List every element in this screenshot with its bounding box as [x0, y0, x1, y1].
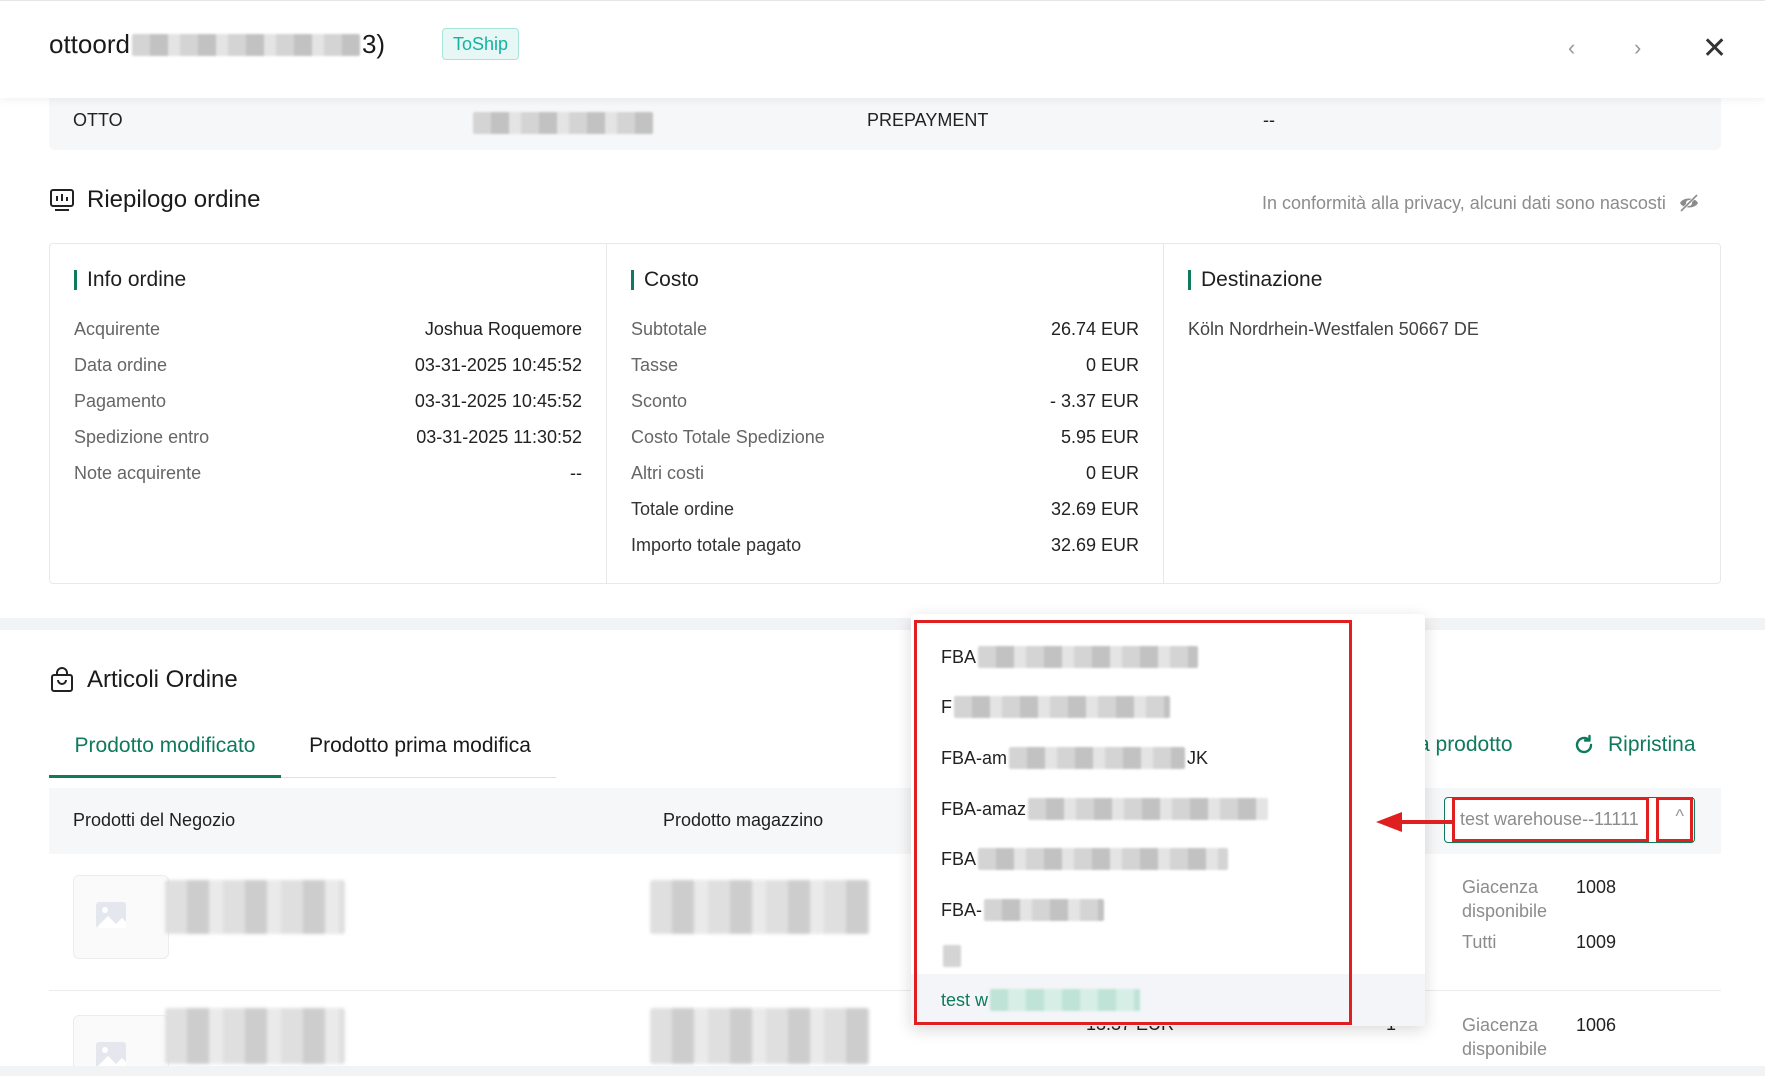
cost-title: Costo [631, 269, 699, 290]
shopping-bag-icon [51, 667, 73, 692]
close-icon[interactable]: ✕ [1702, 31, 1727, 66]
cost-row: Altri costi 0 EUR [631, 463, 1139, 489]
row-label: Acquirente [74, 319, 161, 339]
annotation-box-dropdown [914, 620, 1352, 1025]
row-value: 5.95 EUR [1060, 427, 1139, 447]
monitor-icon [50, 189, 74, 211]
destination-address: Köln Nordrhein-Westfalen 50667 DE [1188, 319, 1479, 339]
status-badge: ToShip [442, 28, 520, 60]
reset-button[interactable]: Ripristina [1572, 733, 1696, 757]
total-stock-label: Tutti [1462, 932, 1497, 952]
row-value: - 3.37 EUR [1049, 391, 1139, 411]
row-value: 0 EUR [1085, 463, 1139, 483]
stock-value: 1008 [1576, 877, 1617, 897]
product-thumbnail [73, 875, 169, 959]
order-title: ottoord 3) [49, 29, 385, 60]
chevron-right-icon[interactable]: › [1634, 35, 1641, 61]
image-placeholder-icon [96, 902, 126, 928]
drawer-header: ottoord 3) ToShip ‹ › ✕ [0, 0, 1765, 98]
destination-panel: Destinazione Köln Nordrhein-Westfalen 50… [1164, 244, 1720, 583]
tab-modified-product[interactable]: Prodotto modificato [49, 726, 281, 778]
row-label: Importo totale pagato [631, 535, 802, 555]
annotation-arrow-icon [1376, 812, 1452, 832]
section-divider [0, 618, 1765, 630]
privacy-note: In conformità alla privacy, alcuni dati … [1262, 192, 1700, 214]
row-value: -- [570, 463, 582, 483]
cost-panel: Costo Subtotale 26.74 EUR Tasse 0 EUR Sc… [607, 244, 1164, 583]
order-info-row: Data ordine 03-31-2025 10:45:52 [74, 355, 582, 381]
order-info-row: Acquirente Joshua Roquemore [74, 319, 582, 345]
summary-title: Riepilogo ordine [87, 186, 261, 213]
placeholder-value: -- [1263, 110, 1275, 130]
redacted-field [473, 112, 653, 134]
cost-row-paid: Importo totale pagato 32.69 EUR [631, 535, 1139, 561]
order-info-title: Info ordine [74, 269, 186, 290]
product-link[interactable]: a prodotto [1418, 733, 1513, 757]
articles-section-title: Articoli Ordine [49, 666, 238, 694]
order-title-suffix: 3) [361, 29, 386, 59]
chevron-left-icon[interactable]: ‹ [1568, 35, 1575, 61]
order-info-strip: OTTO PREPAYMENT -- [49, 98, 1721, 150]
row-value: 03-31-2025 11:30:52 [416, 427, 582, 447]
row-value: 0 EUR [1085, 355, 1139, 375]
redacted-product-name [165, 1008, 345, 1064]
order-info-row: Spedizione entro 03-31-2025 11:30:52 [74, 427, 582, 453]
redacted-warehouse-product [650, 880, 870, 934]
row-value: 32.69 EUR [1050, 535, 1139, 555]
reset-label: Ripristina [1608, 733, 1696, 756]
product-tabs: Prodotto modificato Prodotto prima modif… [49, 726, 556, 778]
cost-row: Sconto - 3.37 EUR [631, 391, 1139, 417]
redacted-order-id [131, 33, 360, 56]
annotation-box-select-value [1452, 797, 1649, 842]
total-stock-value: 1009 [1576, 932, 1617, 952]
row-value: Joshua Roquemore [424, 319, 582, 339]
order-title-prefix: ottoord [49, 29, 130, 59]
column-warehouse-product: Prodotto magazzino [663, 810, 824, 830]
stock-label: Giacenza disponibile [1462, 1015, 1548, 1059]
payment-method-value: PREPAYMENT [867, 110, 989, 130]
bottom-edge [0, 1066, 1765, 1076]
privacy-note-text: In conformità alla privacy, alcuni dati … [1262, 192, 1666, 213]
stock-value: 1006 [1576, 1015, 1617, 1035]
platform-value: OTTO [73, 110, 123, 130]
redacted-product-name [165, 880, 345, 934]
row-value: 32.69 EUR [1050, 499, 1139, 519]
cost-row-total: Totale ordine 32.69 EUR [631, 499, 1139, 525]
row-label: Totale ordine [631, 499, 735, 519]
articles-title: Articoli Ordine [87, 666, 238, 693]
redacted-warehouse-product [650, 1008, 870, 1064]
row-label: Altri costi [631, 463, 705, 483]
row-label: Tasse [631, 355, 679, 375]
eye-hidden-icon[interactable] [1678, 192, 1700, 214]
row-label: Note acquirente [74, 463, 202, 483]
refresh-icon [1575, 734, 1593, 754]
table-row-divider [49, 990, 1721, 991]
summary-section-title: Riepilogo ordine [49, 186, 260, 214]
order-info-panel: Info ordine Acquirente Joshua Roquemore … [50, 244, 607, 583]
tab-original-product[interactable]: Prodotto prima modifica [300, 726, 540, 778]
row-value: 03-31-2025 10:45:52 [414, 355, 582, 375]
row-label: Costo Totale Spedizione [631, 427, 825, 447]
row-label: Pagamento [74, 391, 167, 411]
product-thumbnail [73, 1015, 169, 1068]
row-label: Sconto [631, 391, 688, 411]
row-label: Data ordine [74, 355, 168, 375]
row-label: Subtotale [631, 319, 708, 339]
annotation-box-select-arrow [1656, 797, 1693, 842]
order-summary-panels: Info ordine Acquirente Joshua Roquemore … [49, 243, 1721, 584]
row-value: 03-31-2025 10:45:52 [414, 391, 582, 411]
row-label: Spedizione entro [74, 427, 210, 447]
row-value: 26.74 EUR [1050, 319, 1139, 339]
cost-row: Costo Totale Spedizione 5.95 EUR [631, 427, 1139, 453]
cost-row: Subtotale 26.74 EUR [631, 319, 1139, 345]
order-info-row: Pagamento 03-31-2025 10:45:52 [74, 391, 582, 417]
destination-title: Destinazione [1188, 269, 1322, 290]
cost-row: Tasse 0 EUR [631, 355, 1139, 381]
order-info-row: Note acquirente -- [74, 463, 582, 489]
column-store-products: Prodotti del Negozio [73, 810, 236, 830]
stock-label: Giacenza disponibile [1462, 877, 1548, 921]
